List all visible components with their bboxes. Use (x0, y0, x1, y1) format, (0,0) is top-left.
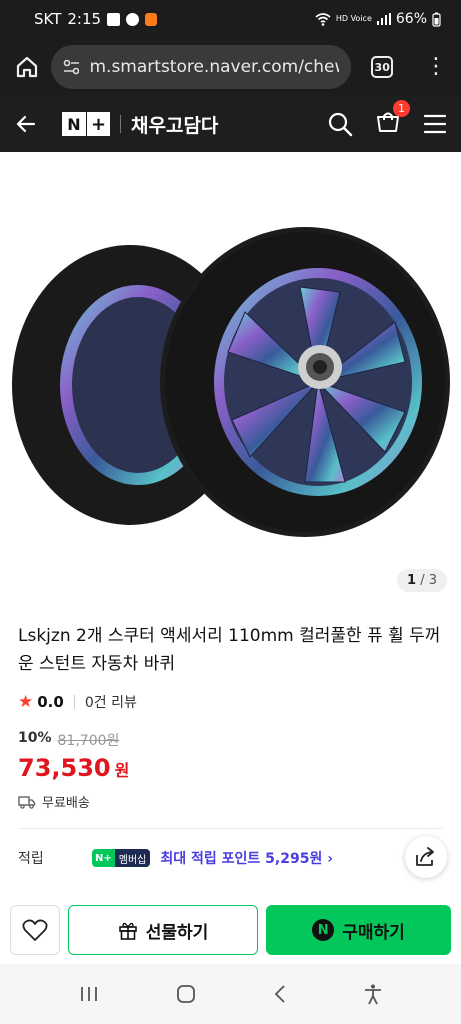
points-label: 적립 (18, 851, 44, 867)
address-bar[interactable]: m.smartstore.naver.com/chewoo (51, 45, 352, 89)
price-row: 73,530 원 (18, 754, 448, 782)
store-header: N + 채우고담다 1 (0, 96, 461, 152)
signal-icon (376, 13, 391, 25)
truck-icon (18, 795, 36, 809)
product-info: Lskjzn 2개 스쿠터 액세서리 110mm 컬러풀한 퓨 휠 두꺼운 스턴… (18, 622, 448, 811)
membership-badge: N + 멤버십 (92, 849, 151, 867)
share-button[interactable] (405, 836, 447, 878)
site-settings-icon[interactable] (63, 59, 80, 75)
wishlist-button[interactable] (10, 905, 60, 955)
back-nav-icon[interactable] (272, 984, 288, 1004)
currency-unit: 원 (114, 761, 130, 780)
hd-voice-icon: HD Voice (335, 14, 372, 23)
purchase-bar: 선물하기 N 구매하기 (0, 896, 461, 964)
store-name[interactable]: 채우고담다 (131, 111, 218, 138)
section-divider (18, 828, 443, 829)
search-icon[interactable] (327, 111, 353, 137)
app-notification-icon (145, 12, 158, 26)
product-image-gallery[interactable]: 1 / 3 (0, 152, 461, 602)
buy-button[interactable]: N 구매하기 (266, 905, 451, 955)
cart-button[interactable]: 1 (375, 100, 410, 139)
review-count[interactable]: 0건 리뷰 (85, 692, 137, 712)
clock: 2:15 (67, 10, 102, 28)
gallery-pager: 1 / 3 (397, 569, 447, 592)
max-points-link[interactable]: 최대 적립 포인트 5,295원 › (160, 848, 333, 868)
rating-row[interactable]: ★ 0.0 0건 리뷰 (18, 692, 448, 712)
original-price: 81,700원 (57, 733, 120, 749)
shipping-row: 무료배송 (18, 792, 448, 811)
hamburger-menu-icon[interactable] (423, 113, 447, 135)
more-menu-icon[interactable]: ⋮ (425, 56, 447, 78)
divider (120, 115, 121, 133)
buy-label: 구매하기 (342, 922, 405, 943)
divider (73, 695, 75, 709)
gift-icon (118, 922, 137, 940)
pager-total: 3 (428, 573, 437, 588)
home-nav-icon[interactable] (175, 983, 197, 1005)
pager-current: 1 (407, 573, 417, 588)
naver-plus-logo[interactable]: N + (62, 112, 110, 136)
status-bar: SKT 2:15 HD Voice 66% (0, 0, 461, 38)
membership-badge-text: 멤버십 (114, 849, 151, 867)
back-arrow-icon[interactable] (14, 112, 38, 136)
sale-price: 73,530 (18, 754, 111, 782)
naver-pay-icon: N (312, 919, 335, 941)
url-text: m.smartstore.naver.com/chewoo (89, 57, 339, 77)
home-icon[interactable] (14, 54, 39, 80)
star-icon: ★ (18, 692, 34, 712)
battery-level: 66% (395, 11, 427, 27)
gift-label: 선물하기 (145, 922, 209, 943)
accessibility-icon[interactable] (363, 983, 383, 1005)
call-notification-icon (126, 12, 140, 26)
wifi-icon (315, 13, 331, 26)
product-image-scooter-wheels (12, 227, 450, 537)
battery-icon (432, 12, 441, 27)
gallery-notification-icon (107, 12, 121, 26)
share-icon (416, 847, 434, 866)
shipping-text: 무료배송 (42, 796, 90, 811)
gift-button[interactable]: 선물하기 (68, 905, 258, 955)
product-title: Lskjzn 2개 스쿠터 액세서리 110mm 컬러풀한 퓨 휠 두꺼운 스턴… (18, 626, 441, 674)
discount-rate: 10% (18, 730, 52, 746)
carrier: SKT (34, 10, 62, 28)
naver-plus-badge: N + (92, 849, 115, 867)
browser-toolbar: m.smartstore.naver.com/chewoo 30 ⋮ (0, 38, 461, 96)
tab-switcher-button[interactable]: 30 (371, 56, 393, 78)
cart-count-badge: 1 (393, 100, 410, 117)
recent-apps-icon[interactable] (78, 984, 100, 1004)
heart-icon (22, 919, 48, 941)
discount-row: 10% 81,700원 (18, 730, 448, 750)
system-navigation-bar (0, 964, 461, 1024)
points-row: 적립 N + 멤버십 최대 적립 포인트 5,295원 › (18, 848, 333, 868)
rating-value: 0.0 (37, 693, 64, 711)
